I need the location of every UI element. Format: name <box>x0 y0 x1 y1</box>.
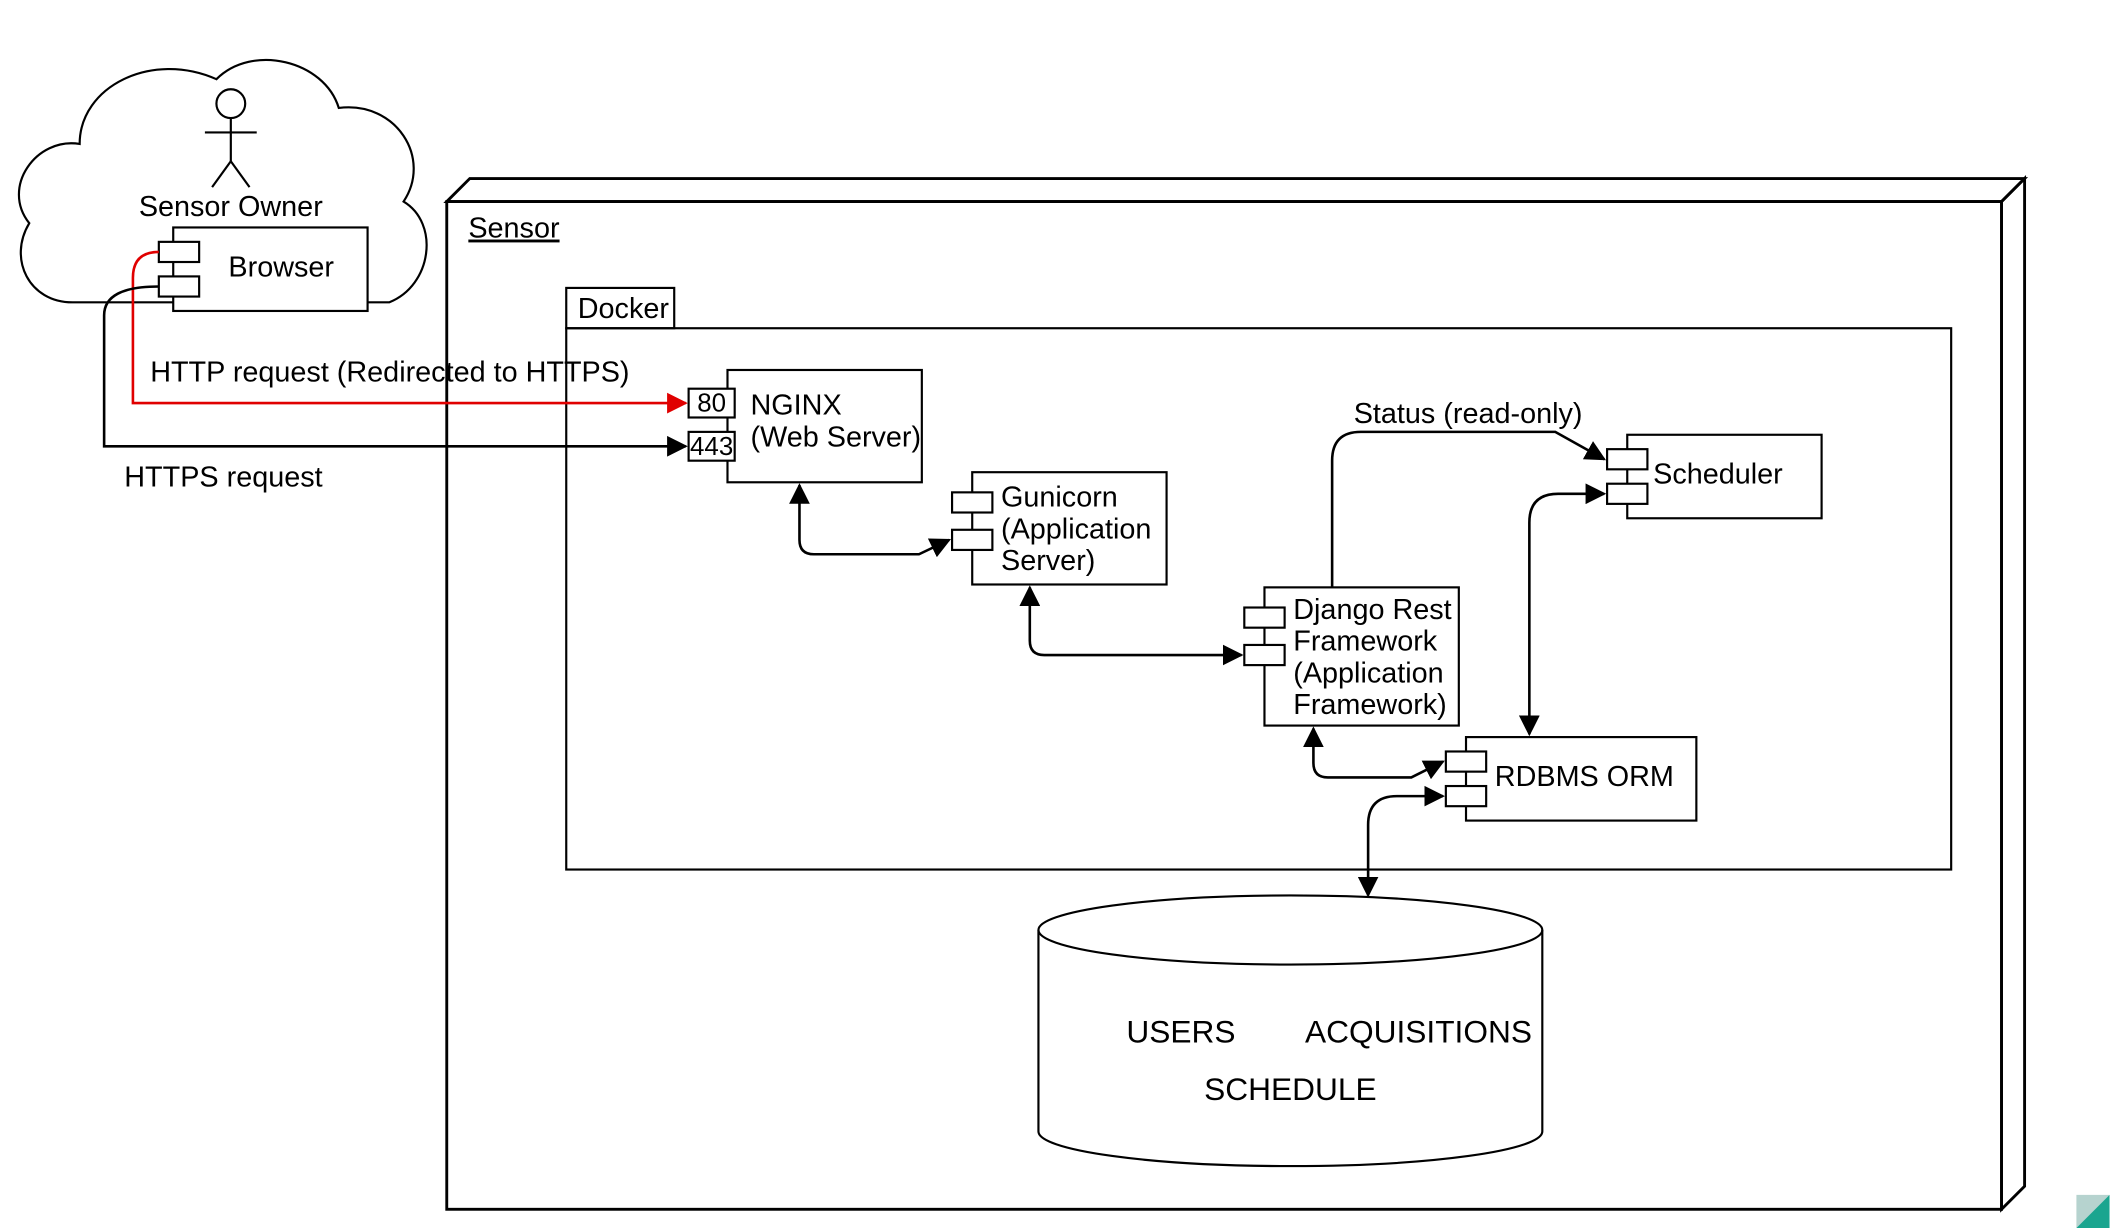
gunicorn-title: Gunicorn <box>1001 482 1118 514</box>
database-cylinder: USERS ACQUISITIONS SCHEDULE <box>1038 895 1542 1166</box>
sensor-node: Sensor <box>447 179 2025 1210</box>
edge-orm-db <box>1368 796 1443 895</box>
edge-http-label: HTTP request (Redirected to HTTPS) <box>150 357 629 389</box>
db-schedule: SCHEDULE <box>1204 1071 1376 1107</box>
nginx-component: 80 443 NGINX (Web Server) <box>689 370 922 482</box>
django-component: Django Rest Framework (Application Frame… <box>1244 587 1459 725</box>
db-acquisitions: ACQUISITIONS <box>1305 1013 1532 1049</box>
edge-gunicorn-django <box>1030 587 1242 655</box>
sensor-label: Sensor <box>468 213 560 245</box>
scheduler-label: Scheduler <box>1653 459 1783 491</box>
edge-nginx-gunicorn <box>799 485 949 554</box>
docker-label: Docker <box>578 293 670 325</box>
django-l1: Django Rest <box>1293 594 1451 626</box>
actor-label: Sensor Owner <box>139 191 323 223</box>
django-l3: (Application <box>1293 657 1443 689</box>
nginx-subtitle: (Web Server) <box>751 421 922 453</box>
nginx-port-443: 443 <box>690 433 733 461</box>
browser-label: Browser <box>228 251 334 283</box>
orm-component: RDBMS ORM <box>1446 737 1696 820</box>
edge-status-label: Status (read-only) <box>1354 398 1583 430</box>
nginx-port-80: 80 <box>697 390 726 418</box>
orm-label: RDBMS ORM <box>1495 761 1674 793</box>
edge-django-scheduler <box>1332 432 1604 587</box>
nginx-title: NGINX <box>751 390 842 422</box>
edge-django-orm <box>1313 728 1443 777</box>
edge-https-label: HTTPS request <box>124 462 322 494</box>
scheduler-component: Scheduler <box>1607 435 1822 518</box>
browser-component: Browser <box>159 227 368 310</box>
gunicorn-sub2: Server) <box>1001 545 1095 577</box>
architecture-diagram: Sensor Owner Browser Sensor Docker 80 44… <box>0 0 2110 1228</box>
actor-icon <box>205 89 257 187</box>
edge-scheduler-orm <box>1529 494 1604 734</box>
gunicorn-component: Gunicorn (Application Server) <box>952 472 1167 584</box>
django-l4: Framework) <box>1293 689 1447 721</box>
gunicorn-sub1: (Application <box>1001 513 1151 545</box>
django-l2: Framework <box>1293 626 1438 658</box>
db-users: USERS <box>1126 1013 1235 1049</box>
